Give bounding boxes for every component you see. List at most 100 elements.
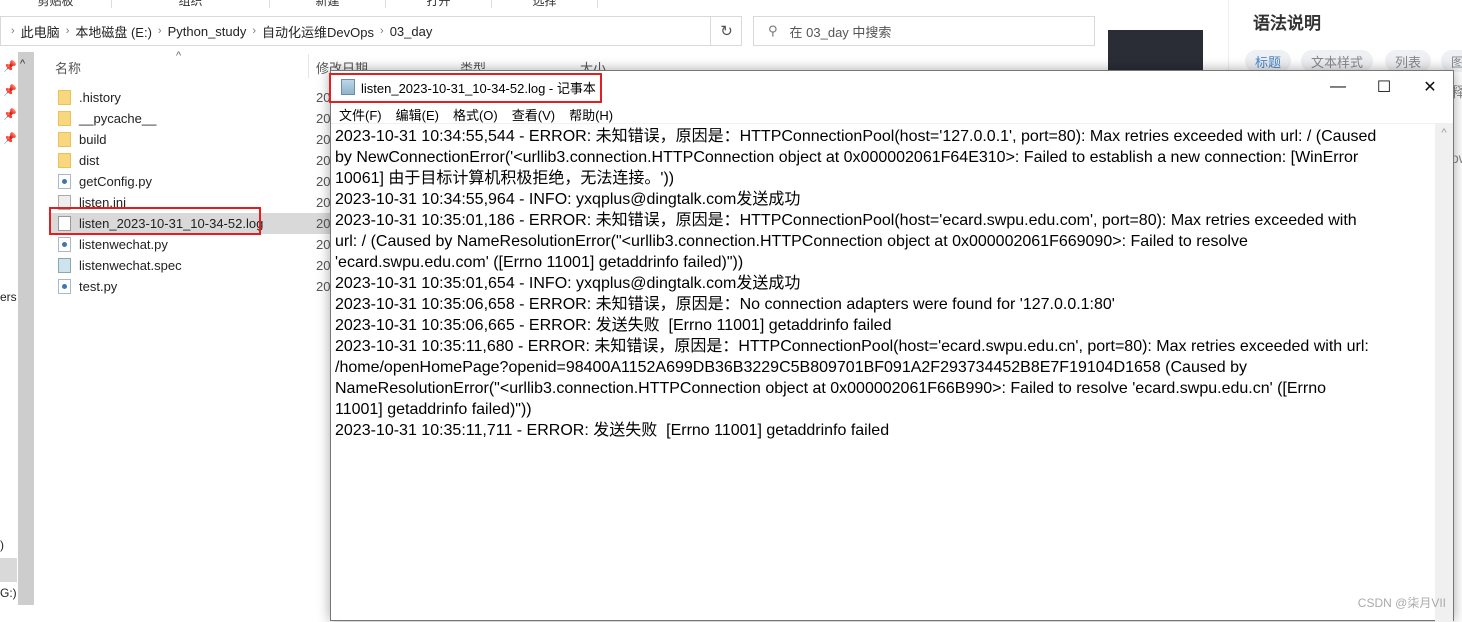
text-line: 2023-10-31 10:35:01,186 - ERROR: 未知错误，原因…: [335, 212, 1357, 229]
chevron-right-icon: ›: [252, 25, 257, 37]
minimize-icon: —: [1330, 78, 1346, 95]
maximize-icon: ☐: [1376, 79, 1392, 96]
maximize-button[interactable]: ☐: [1361, 71, 1407, 103]
ribbon-clipboard[interactable]: 剪贴板: [0, 0, 112, 8]
menu-help[interactable]: 帮助(H): [561, 105, 619, 124]
text-line: 'ecard.swpu.edu.com' ([Errno 11001] geta…: [335, 254, 744, 271]
pin-icon: 📌: [3, 85, 17, 97]
ribbon-organize[interactable]: 组织: [112, 0, 270, 8]
chip-list[interactable]: 列表: [1385, 50, 1432, 72]
nav-item-fragment[interactable]: ): [0, 538, 4, 552]
panel-title: 语法说明: [1253, 14, 1321, 33]
minimize-button[interactable]: —: [1315, 71, 1361, 103]
file-row[interactable]: test.py: [50, 276, 320, 297]
file-icon: [58, 279, 71, 294]
file-name: __pycache__: [79, 111, 157, 126]
highlight-box: [329, 73, 602, 103]
chevron-right-icon: ›: [157, 25, 162, 37]
address-bar[interactable]: › 此电脑 › 本地磁盘 (E:) › Python_study › 自动化运维Dev…: [0, 16, 742, 46]
file-name: listenwechat.py: [79, 237, 168, 252]
sort-ascending-icon: ^: [176, 50, 182, 62]
text-editor[interactable]: 2023-10-31 10:34:55,544 - ERROR: 未知错误，原因…: [331, 123, 1435, 622]
close-icon: ✕: [1423, 79, 1437, 96]
menu-format[interactable]: 格式(O): [445, 105, 504, 124]
folder-icon: [58, 132, 71, 147]
refresh-button[interactable]: ↻: [710, 16, 742, 46]
text-line: url: / (Caused by NameResolutionError("<…: [335, 233, 1248, 250]
text-line: /home/openHomePage?openid=98400A1152A699…: [335, 359, 1247, 376]
menu-edit[interactable]: 编辑(E): [388, 105, 445, 124]
file-row[interactable]: listenwechat.spec: [50, 255, 320, 276]
file-date: 20: [316, 153, 331, 168]
file-icon: [58, 174, 71, 189]
nav-item-fragment[interactable]: G:): [0, 586, 17, 600]
text-line: 11001] getaddrinfo failed)")): [335, 401, 532, 418]
search-input[interactable]: ⚲ 在 03_day 中搜索: [753, 16, 1095, 46]
text-line: NameResolutionError("<urllib3.connection…: [335, 380, 1326, 397]
refresh-icon: ↻: [720, 23, 733, 40]
search-placeholder: 在 03_day 中搜索: [789, 24, 892, 40]
file-date: 20: [316, 279, 331, 294]
chevron-right-icon: ›: [380, 25, 384, 37]
file-date: 20: [316, 111, 331, 126]
file-name: listenwechat.spec: [79, 258, 182, 273]
file-row[interactable]: build: [50, 129, 320, 150]
watermark: CSDN @柒月VII: [1357, 596, 1446, 610]
scroll-up-icon[interactable]: ^: [1435, 127, 1453, 139]
file-row[interactable]: getConfig.py: [50, 171, 320, 192]
chip-image[interactable]: 图: [1441, 50, 1462, 72]
file-date: 20: [316, 195, 331, 210]
file-name: test.py: [79, 279, 118, 294]
navigation-scrollbar[interactable]: [18, 52, 34, 605]
menu-file[interactable]: 文件(F): [331, 105, 388, 124]
scroll-up-icon[interactable]: ^: [20, 58, 25, 70]
text-line: 2023-10-31 10:34:55,544 - ERROR: 未知错误，原因…: [335, 128, 1377, 145]
text-line: 2023-10-31 10:34:55,964 - INFO: yxqplus@…: [335, 191, 801, 208]
file-row[interactable]: listenwechat.py: [50, 234, 320, 255]
file-date: 20: [316, 216, 331, 231]
breadcrumb-03-day[interactable]: 03_day: [390, 24, 433, 39]
text-line: 2023-10-31 10:35:01,654 - INFO: yxqplus@…: [335, 275, 801, 292]
text-line: by NewConnectionError('<urllib3.connecti…: [335, 149, 1359, 166]
file-name: dist: [79, 153, 100, 168]
close-button[interactable]: ✕: [1407, 71, 1453, 103]
file-date: 20: [316, 132, 331, 147]
file-date: 20: [316, 174, 331, 189]
chip-headings[interactable]: 标题: [1245, 50, 1292, 72]
highlight-box: [49, 207, 261, 235]
notepad-window: listen_2023-10-31_10-34-52.log - 记事本 — ☐…: [329, 70, 1454, 622]
file-date: 20: [316, 237, 331, 252]
vertical-scrollbar[interactable]: ^: [1435, 123, 1453, 622]
chip-text-style[interactable]: 文本样式: [1301, 50, 1374, 72]
search-icon: ⚲: [768, 23, 778, 38]
breadcrumb-drive-e[interactable]: 本地磁盘 (E:): [75, 22, 152, 41]
breadcrumb-devops[interactable]: 自动化运维DevOps: [262, 22, 374, 41]
file-icon: [58, 258, 71, 273]
file-row[interactable]: dist: [50, 150, 320, 171]
ribbon-select[interactable]: 选择: [492, 0, 598, 8]
menu-bar: 文件(F) 编辑(E) 格式(O) 查看(V) 帮助(H): [331, 103, 619, 125]
menu-view[interactable]: 查看(V): [504, 105, 561, 124]
text-line: 2023-10-31 10:35:06,658 - ERROR: 未知错误，原因…: [335, 296, 1115, 313]
folder-icon: [58, 153, 71, 168]
file-row[interactable]: .history: [50, 87, 320, 108]
ribbon-groups: 剪贴板 组织 新建 打开 选择: [0, 0, 1108, 8]
file-icon: [58, 237, 71, 252]
nav-item-fragment[interactable]: ers: [0, 290, 17, 304]
file-name: build: [79, 132, 107, 147]
breadcrumb-this-pc[interactable]: 此电脑: [21, 22, 60, 41]
breadcrumb-python-study[interactable]: Python_study: [168, 24, 247, 39]
ribbon-open[interactable]: 打开: [386, 0, 492, 8]
folder-icon: [58, 111, 71, 126]
text-line: 10061] 由于目标计算机积极拒绝，无法连接。')): [335, 170, 675, 187]
nav-item-selected[interactable]: [0, 558, 17, 582]
pin-icon: 📌: [3, 109, 17, 121]
ribbon-new[interactable]: 新建: [270, 0, 386, 8]
file-name: getConfig.py: [79, 174, 152, 189]
chevron-right-icon: ›: [11, 25, 15, 37]
column-header-name[interactable]: 名称: [55, 58, 81, 77]
text-line: 2023-10-31 10:35:11,680 - ERROR: 未知错误，原因…: [335, 338, 1369, 355]
file-row[interactable]: __pycache__: [50, 108, 320, 129]
background-dark-block: [1108, 30, 1203, 70]
chevron-right-icon: ›: [65, 25, 70, 37]
